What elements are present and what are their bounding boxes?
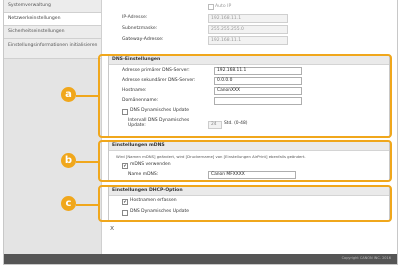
callout-box-a <box>98 54 392 138</box>
footer-bar: Copyright CANON INC. 2016 <box>4 254 397 264</box>
auto-ip-label: Auto IP <box>215 4 232 9</box>
auto-ip-checkbox[interactable] <box>208 4 214 10</box>
sidebar-item-initialisieren[interactable]: Einstellungsinformationen initialisieren <box>4 39 101 59</box>
sidebar-item-sicherheitseinstellungen[interactable]: Sicherheitseinstellungen <box>4 26 101 39</box>
callout-box-b <box>98 140 392 182</box>
callout-line-b <box>76 161 99 163</box>
subnet-label: Subnetzmaske: <box>122 26 158 31</box>
sidebar: Systemverwaltung Netzwerkeinstellungen S… <box>4 0 101 264</box>
callout-line-c <box>76 204 99 206</box>
callout-box-c <box>98 185 392 222</box>
callout-badge-b: b <box>61 153 76 168</box>
copyright-text: Copyright CANON INC. 2016 <box>341 256 391 260</box>
sidebar-item-systemverwaltung[interactable]: Systemverwaltung <box>4 0 101 13</box>
ip-address-label: IP-Adresse: <box>122 15 148 20</box>
ip-address-field[interactable]: 192.168.11.1 <box>208 14 288 23</box>
callout-line-a <box>76 95 99 97</box>
callout-badge-a: a <box>61 87 76 102</box>
callout-badge-c: c <box>61 196 76 211</box>
close-icon[interactable]: x <box>110 224 114 232</box>
gateway-label: Gateway-Adresse: <box>122 37 164 42</box>
subnet-field[interactable]: 255.255.255.0 <box>208 25 288 34</box>
sidebar-item-netzwerkeinstellungen[interactable]: Netzwerkeinstellungen <box>4 13 101 26</box>
gateway-field[interactable]: 192.168.11.1 <box>208 36 288 45</box>
